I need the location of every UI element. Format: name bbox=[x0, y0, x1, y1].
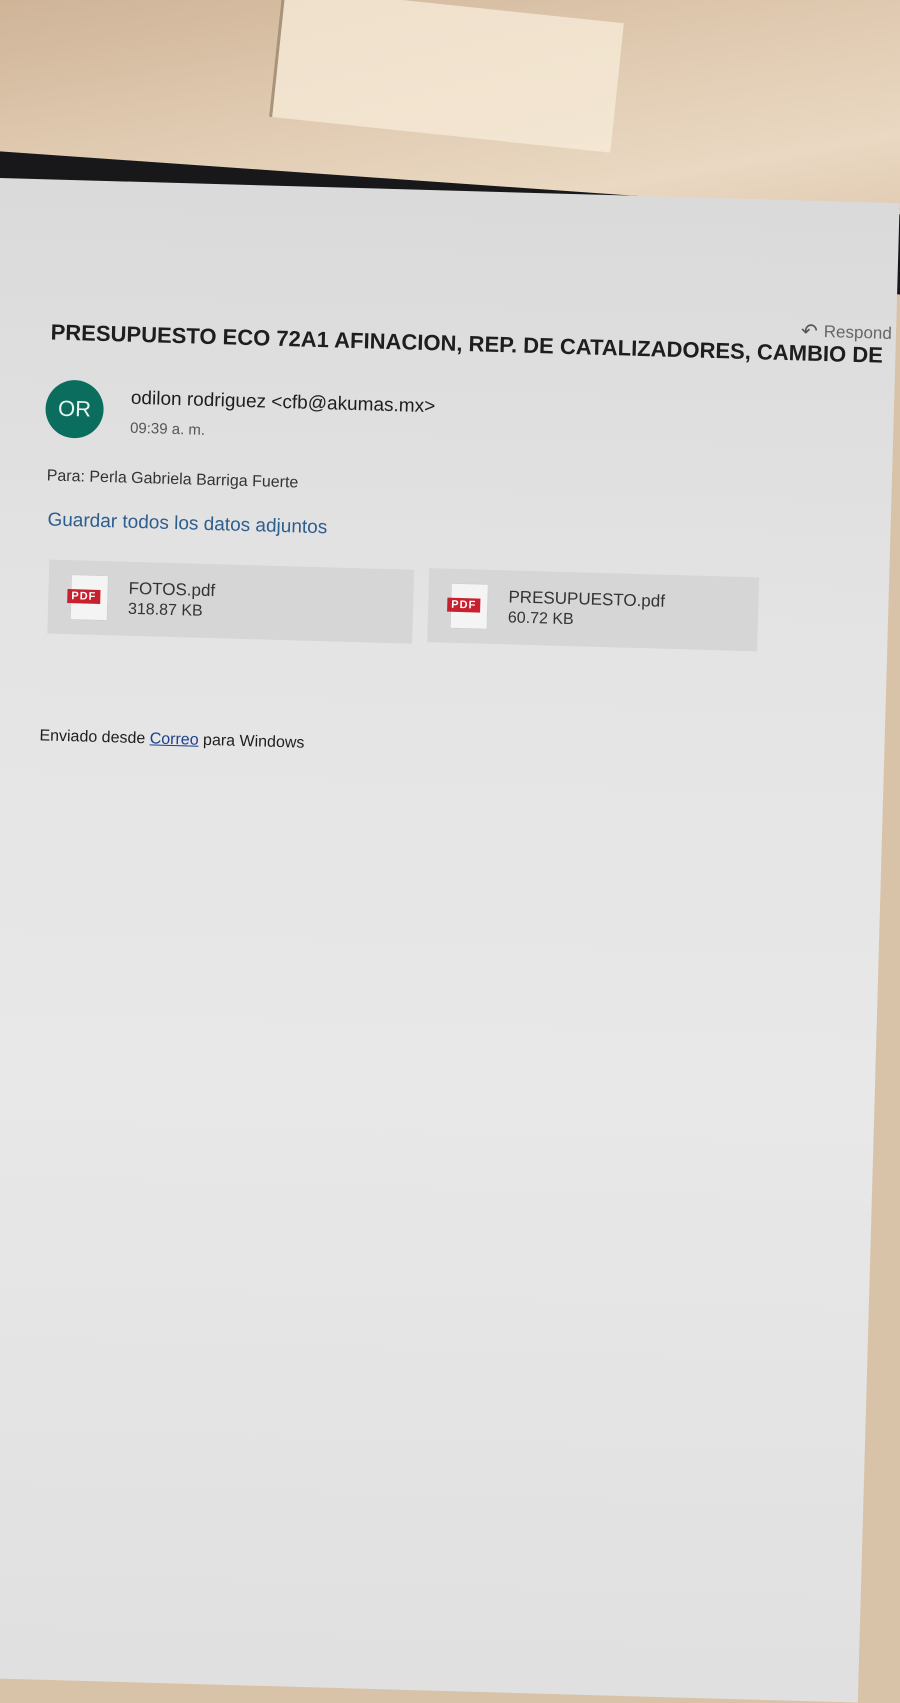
avatar: OR bbox=[44, 379, 105, 439]
signature-suffix: para Windows bbox=[202, 731, 305, 752]
signature-link[interactable]: Correo bbox=[149, 730, 198, 748]
email-signature: Enviado desde Correo para Windows bbox=[39, 727, 304, 752]
pdf-badge: PDF bbox=[447, 597, 481, 613]
mail-reading-pane: ↶ Respond PRESUPUESTO ECO 72A1 AFINACION… bbox=[0, 178, 900, 1703]
to-label: Para: bbox=[46, 467, 86, 486]
pdf-file-icon: PDF bbox=[67, 574, 109, 622]
recipients-line: Para: Perla Gabriela Barriga Fuerte bbox=[46, 467, 298, 492]
pdf-badge: PDF bbox=[67, 589, 101, 604]
save-all-attachments-link[interactable]: Guardar todos los datos adjuntos bbox=[47, 509, 327, 539]
reply-label: Respond bbox=[823, 321, 893, 343]
pdf-file-icon: PDF bbox=[447, 582, 489, 630]
attachment-name: PRESUPUESTO.pdf bbox=[508, 587, 666, 611]
sender-name[interactable]: odilon rodriguez <cfb@akumas.mx> bbox=[131, 388, 436, 418]
attachment-size: 318.87 KB bbox=[127, 600, 203, 620]
email-subject: PRESUPUESTO ECO 72A1 AFINACION, REP. DE … bbox=[50, 319, 884, 368]
recipient-name[interactable]: Perla Gabriela Barriga Fuerte bbox=[89, 469, 298, 492]
attachment-name: FOTOS.pdf bbox=[128, 578, 216, 601]
signature-prefix: Enviado desde bbox=[39, 727, 146, 748]
attachment-card[interactable]: PDF PRESUPUESTO.pdf 60.72 KB bbox=[427, 568, 760, 652]
attachment-size: 60.72 KB bbox=[507, 609, 574, 629]
sent-time: 09:39 a. m. bbox=[129, 419, 206, 439]
ceiling-panel bbox=[269, 0, 624, 153]
attachment-card[interactable]: PDF FOTOS.pdf 318.87 KB bbox=[47, 559, 415, 644]
